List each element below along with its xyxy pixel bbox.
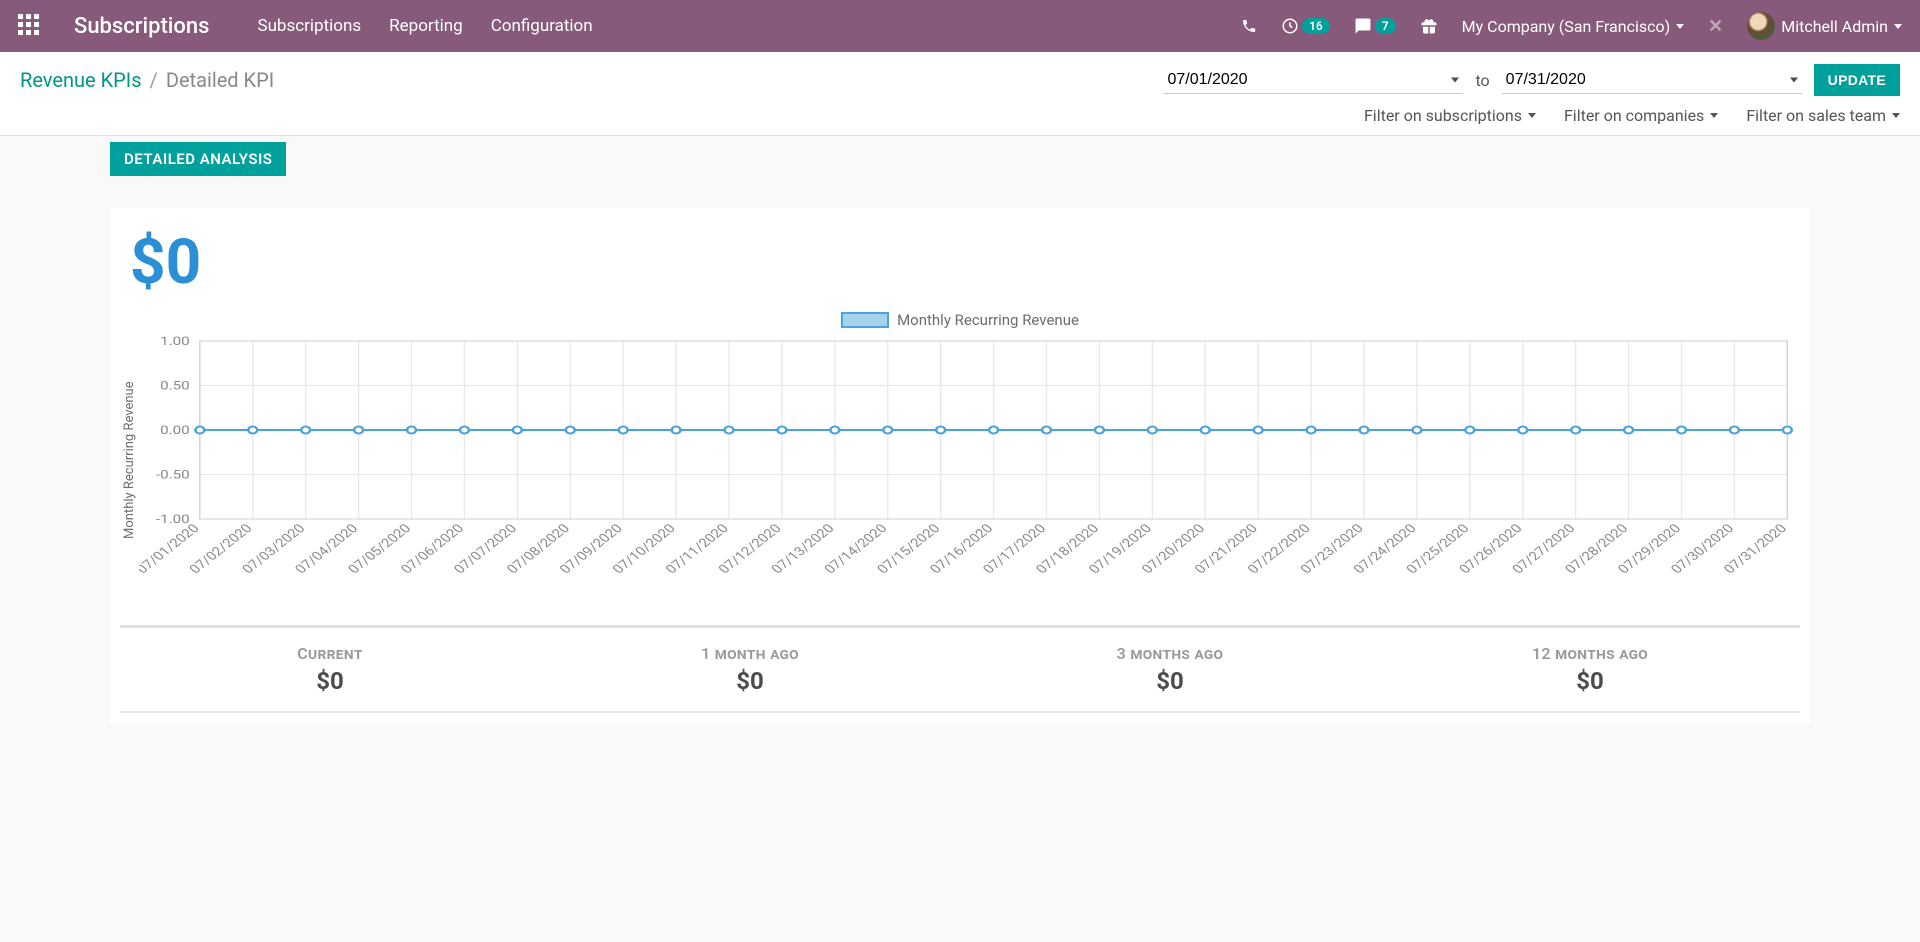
- svg-text:-1.00: -1.00: [156, 512, 190, 526]
- svg-text:0.00: 0.00: [160, 423, 190, 437]
- date-to-label: to: [1475, 71, 1489, 90]
- filter-subscriptions[interactable]: Filter on subscriptions: [1364, 106, 1536, 125]
- divider: [120, 625, 1800, 628]
- chart-container: Monthly Recurring Revenue Monthly Recurr…: [120, 311, 1800, 585]
- phone-icon[interactable]: [1241, 18, 1257, 34]
- app-brand[interactable]: Subscriptions: [74, 14, 209, 39]
- summary-current: Current $0: [120, 644, 540, 695]
- date-from-input[interactable]: [1163, 67, 1463, 94]
- detailed-analysis-badge: DETAILED ANALYSIS: [110, 142, 286, 176]
- chevron-down-icon: [1528, 113, 1536, 118]
- kpi-big-value: $0: [120, 226, 1800, 299]
- chevron-down-icon: [1892, 113, 1900, 118]
- legend-swatch: [841, 312, 889, 328]
- summary-value: $0: [960, 667, 1380, 695]
- summary-1mo: 1 month ago $0: [540, 644, 960, 695]
- messages-badge: 7: [1375, 18, 1396, 34]
- nav-link-reporting[interactable]: Reporting: [389, 16, 463, 36]
- main-navbar: Subscriptions Subscriptions Reporting Co…: [0, 0, 1920, 52]
- close-icon[interactable]: ✕: [1708, 16, 1723, 37]
- mrr-chart[interactable]: -1.00-0.500.000.501.0007/01/202007/02/20…: [139, 335, 1800, 585]
- filter-sales-team[interactable]: Filter on sales team: [1746, 106, 1900, 125]
- divider: [120, 711, 1800, 713]
- user-menu[interactable]: Mitchell Admin: [1747, 12, 1902, 40]
- update-button[interactable]: UPDATE: [1814, 64, 1900, 96]
- company-name: My Company (San Francisco): [1462, 17, 1671, 36]
- summary-row: Current $0 1 month ago $0 3 months ago $…: [120, 644, 1800, 711]
- activity-icon[interactable]: 16: [1281, 17, 1330, 35]
- gift-icon[interactable]: [1420, 17, 1438, 35]
- summary-label: 1 month ago: [540, 644, 960, 663]
- summary-value: $0: [540, 667, 960, 695]
- activity-badge: 16: [1302, 18, 1330, 34]
- legend-label: Monthly Recurring Revenue: [897, 311, 1079, 329]
- svg-text:0.50: 0.50: [160, 379, 190, 393]
- content-area: DETAILED ANALYSIS $0 Monthly Recurring R…: [0, 136, 1920, 763]
- summary-value: $0: [120, 667, 540, 695]
- summary-label: Current: [120, 644, 540, 663]
- breadcrumb-current: Detailed KPI: [166, 68, 274, 92]
- chart-legend: Monthly Recurring Revenue: [120, 311, 1800, 329]
- kpi-card: $0 Monthly Recurring Revenue Monthly Rec…: [110, 208, 1810, 723]
- filter-label: Filter on companies: [1564, 106, 1704, 125]
- summary-3mo: 3 months ago $0: [960, 644, 1380, 695]
- summary-12mo: 12 months ago $0: [1380, 644, 1800, 695]
- chevron-down-icon: [1676, 24, 1684, 29]
- chevron-down-icon: [1894, 24, 1902, 29]
- avatar: [1747, 12, 1775, 40]
- nav-link-subscriptions[interactable]: Subscriptions: [257, 16, 361, 36]
- summary-value: $0: [1380, 667, 1800, 695]
- chart-y-axis-label: Monthly Recurring Revenue: [120, 335, 139, 585]
- nav-link-configuration[interactable]: Configuration: [491, 16, 593, 36]
- breadcrumb-separator: /: [150, 68, 158, 92]
- nav-links: Subscriptions Reporting Configuration: [257, 16, 592, 36]
- breadcrumb-parent[interactable]: Revenue KPIs: [20, 68, 142, 92]
- svg-text:-0.50: -0.50: [156, 468, 190, 482]
- date-to-input[interactable]: [1502, 67, 1802, 94]
- filter-label: Filter on subscriptions: [1364, 106, 1522, 125]
- company-selector[interactable]: My Company (San Francisco): [1462, 17, 1685, 36]
- filter-companies[interactable]: Filter on companies: [1564, 106, 1718, 125]
- breadcrumb: Revenue KPIs / Detailed KPI: [20, 68, 274, 92]
- user-name: Mitchell Admin: [1781, 17, 1888, 36]
- svg-text:1.00: 1.00: [160, 335, 190, 349]
- nav-right: 16 7 My Company (San Francisco) ✕ Mitche…: [1241, 12, 1902, 40]
- messages-icon[interactable]: 7: [1354, 17, 1396, 35]
- filter-label: Filter on sales team: [1746, 106, 1886, 125]
- chevron-down-icon: [1710, 113, 1718, 118]
- control-panel: Revenue KPIs / Detailed KPI to UPDATE Fi…: [0, 52, 1920, 136]
- apps-icon[interactable]: [18, 14, 42, 38]
- summary-label: 3 months ago: [960, 644, 1380, 663]
- summary-label: 12 months ago: [1380, 644, 1800, 663]
